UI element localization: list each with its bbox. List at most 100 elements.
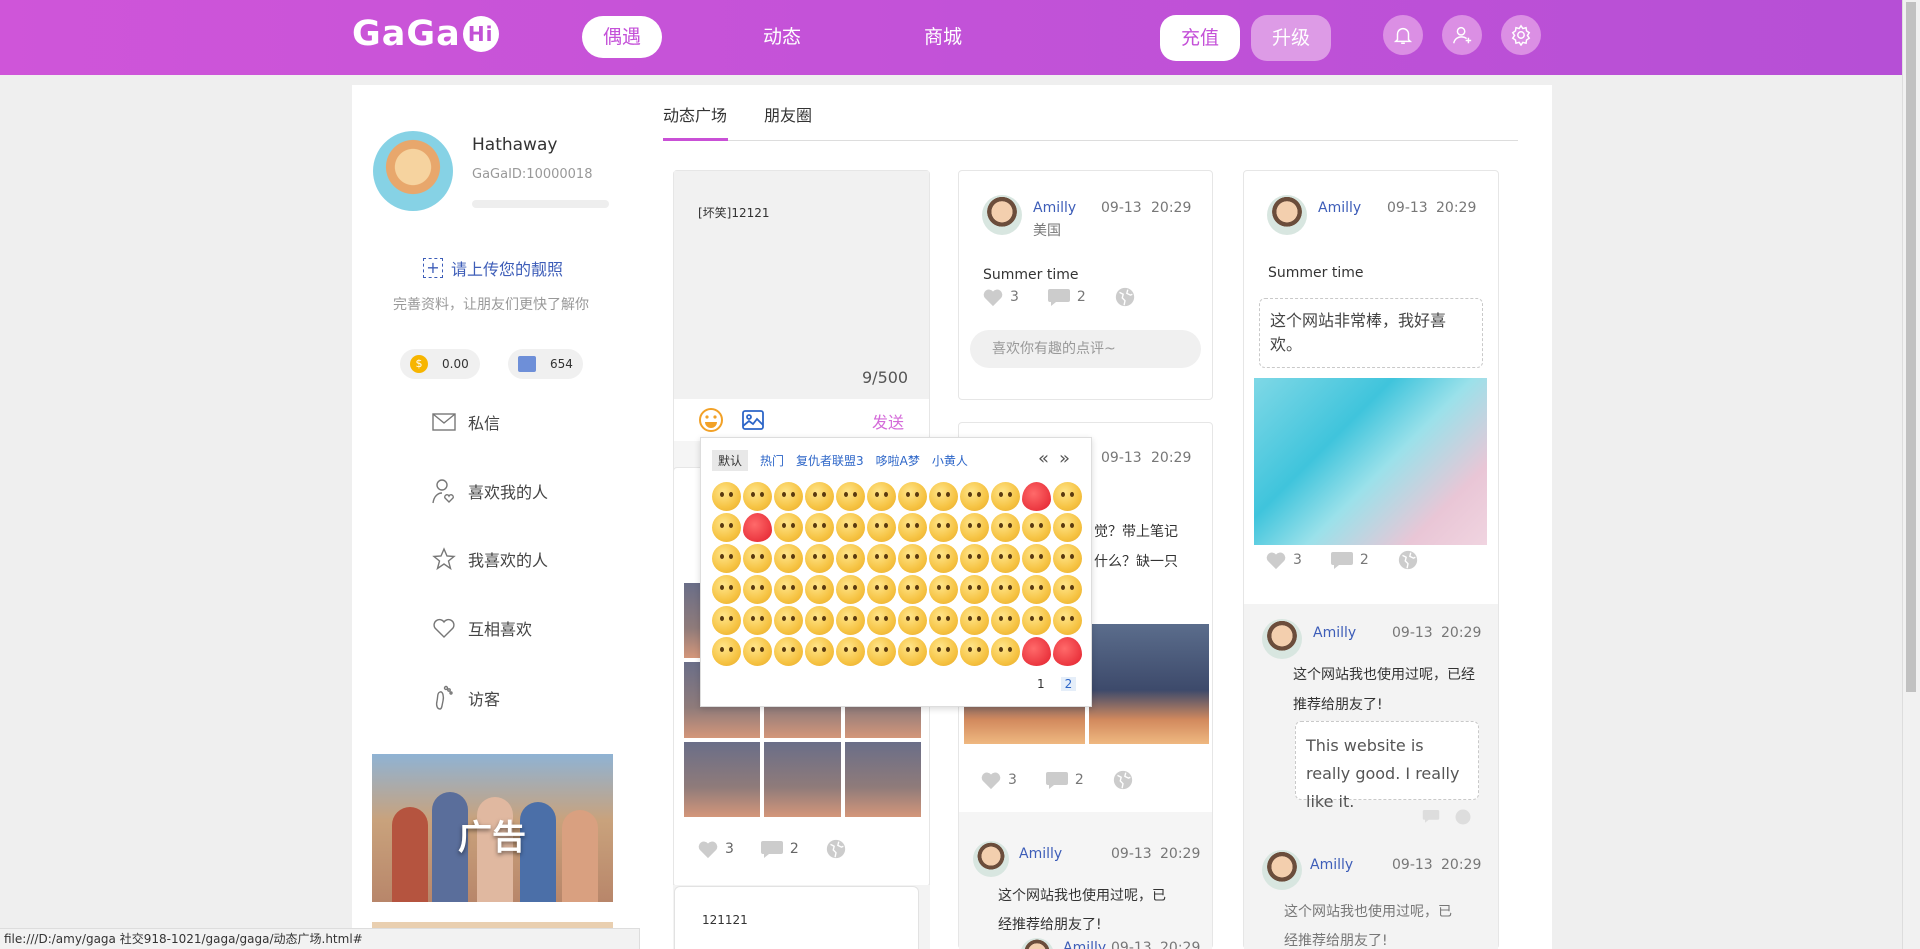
charge-button[interactable]: 充值 [1160, 15, 1240, 61]
emoji-item[interactable] [898, 575, 927, 604]
ad-banner[interactable]: 广告 [372, 754, 613, 902]
emoji-item[interactable] [898, 637, 927, 666]
emoji-item[interactable] [1053, 544, 1082, 573]
author-name[interactable]: Amilly [1033, 200, 1076, 216]
emoji-item[interactable] [774, 637, 803, 666]
share-button[interactable] [1112, 769, 1134, 791]
emoji-item[interactable] [805, 606, 834, 635]
post-image[interactable] [1254, 378, 1487, 545]
emoji-item[interactable] [805, 482, 834, 511]
gem-balance[interactable]: 654 [508, 349, 583, 379]
emoji-item[interactable] [898, 482, 927, 511]
emoji-item[interactable] [867, 606, 896, 635]
emoji-item[interactable] [712, 544, 741, 573]
emoji-item[interactable] [836, 513, 865, 542]
emoji-item[interactable] [712, 606, 741, 635]
emoji-icon[interactable] [698, 407, 724, 437]
commenter-name[interactable]: Amilly [1063, 940, 1106, 949]
emoji-item[interactable] [712, 482, 741, 511]
emoji-item[interactable] [929, 544, 958, 573]
commenter-name[interactable]: Amilly [1310, 857, 1353, 873]
emoji-item[interactable] [991, 575, 1020, 604]
share-button[interactable] [1397, 549, 1419, 571]
scrollbar-thumb[interactable] [1906, 2, 1916, 692]
emoji-item[interactable] [743, 482, 772, 511]
menu-liked-me[interactable]: 喜欢我的人 [432, 478, 548, 504]
share-button[interactable] [825, 838, 847, 860]
comment-button[interactable]: 2 [1047, 287, 1086, 307]
avatar[interactable] [373, 131, 453, 211]
emoji-item[interactable] [898, 513, 927, 542]
emoji-item[interactable] [836, 606, 865, 635]
avatar[interactable] [973, 841, 1009, 877]
menu-i-liked[interactable]: 我喜欢的人 [432, 547, 548, 571]
menu-visitors[interactable]: 访客 [432, 685, 500, 711]
emoji-item[interactable] [1053, 482, 1082, 511]
emoji-item[interactable] [1022, 575, 1051, 604]
emoji-item[interactable] [1022, 544, 1051, 573]
emoji-item[interactable] [774, 482, 803, 511]
emoji-item[interactable] [929, 513, 958, 542]
user-icon[interactable] [1442, 15, 1482, 55]
emoji-item[interactable] [743, 575, 772, 604]
emoji-item[interactable] [805, 575, 834, 604]
post-image[interactable] [684, 741, 761, 817]
emoji-item[interactable] [991, 544, 1020, 573]
menu-mutual[interactable]: 互相喜欢 [432, 616, 532, 640]
emoji-tab-minions[interactable]: 小黄人 [932, 452, 968, 469]
emoji-tab-doraemon[interactable]: 哆啦A梦 [876, 452, 920, 469]
avatar[interactable] [1262, 619, 1302, 659]
emoji-item[interactable] [960, 575, 989, 604]
emoji-item[interactable] [774, 544, 803, 573]
emoji-item[interactable] [743, 513, 772, 542]
tab-square[interactable]: 动态广场 [663, 102, 727, 126]
emoji-tab-avengers[interactable]: 复仇者联盟3 [796, 452, 864, 469]
author-name[interactable]: Amilly [1318, 200, 1361, 216]
emoji-item[interactable] [960, 606, 989, 635]
avatar[interactable] [982, 195, 1022, 235]
commenter-name[interactable]: Amilly [1019, 846, 1062, 862]
page-1[interactable]: 1 [1037, 677, 1045, 691]
emoji-item[interactable] [1022, 606, 1051, 635]
emoji-tab-hot[interactable]: 热门 [760, 452, 784, 469]
tab-friends[interactable]: 朋友圈 [764, 102, 812, 126]
avatar[interactable] [1267, 195, 1307, 235]
emoji-item[interactable] [960, 482, 989, 511]
emoji-item[interactable] [960, 637, 989, 666]
nav-encounter[interactable]: 偶遇 [582, 16, 662, 58]
image-icon[interactable] [741, 408, 765, 436]
page-2[interactable]: 2 [1060, 677, 1077, 691]
comment-button[interactable]: 2 [1330, 550, 1369, 570]
emoji-item[interactable] [898, 606, 927, 635]
emoji-item[interactable] [805, 513, 834, 542]
globe-icon[interactable] [1454, 808, 1472, 826]
comment-input[interactable]: 喜欢你有趣的点评~ [970, 330, 1201, 368]
emoji-item[interactable] [867, 513, 896, 542]
like-button[interactable]: 3 [1265, 550, 1302, 570]
emoji-item[interactable] [774, 575, 803, 604]
nav-mall[interactable]: 商城 [903, 16, 983, 58]
share-button[interactable] [1114, 286, 1136, 308]
upload-photo-link[interactable]: + 请上传您的靓照 [423, 256, 563, 280]
emoji-item[interactable] [712, 575, 741, 604]
emoji-item[interactable] [960, 544, 989, 573]
emoji-item[interactable] [743, 606, 772, 635]
emoji-item[interactable] [991, 606, 1020, 635]
emoji-item[interactable] [867, 482, 896, 511]
logo[interactable]: GaGa Hi [352, 14, 499, 54]
next-arrow-icon[interactable]: » [1059, 448, 1070, 469]
emoji-item[interactable] [1022, 482, 1051, 511]
like-button[interactable]: 3 [982, 287, 1019, 307]
gear-icon[interactable] [1501, 15, 1541, 55]
emoji-item[interactable] [929, 575, 958, 604]
emoji-item[interactable] [712, 513, 741, 542]
comment-button[interactable]: 2 [1045, 770, 1084, 790]
emoji-item[interactable] [836, 482, 865, 511]
emoji-item[interactable] [1053, 575, 1082, 604]
upgrade-button[interactable]: 升级 [1251, 15, 1331, 61]
prev-arrow-icon[interactable]: « [1038, 448, 1049, 469]
emoji-item[interactable] [743, 544, 772, 573]
commenter-name[interactable]: Amilly [1313, 625, 1356, 641]
emoji-item[interactable] [1022, 513, 1051, 542]
emoji-item[interactable] [867, 575, 896, 604]
